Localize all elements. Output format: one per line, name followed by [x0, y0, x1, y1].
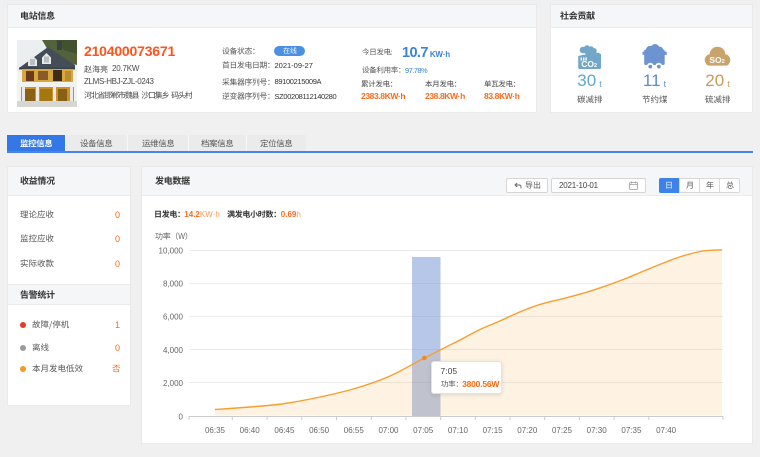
- svg-text:6,000: 6,000: [163, 313, 184, 322]
- svg-text:07:00: 07:00: [378, 426, 399, 435]
- svg-text:07:15: 07:15: [483, 426, 504, 435]
- svg-text:07:20: 07:20: [517, 426, 538, 435]
- svg-text:07:25: 07:25: [552, 426, 573, 435]
- svg-text:8,000: 8,000: [163, 280, 184, 289]
- svg-text:07:35: 07:35: [621, 426, 642, 435]
- svg-text:10,000: 10,000: [159, 246, 184, 255]
- svg-text:4,000: 4,000: [163, 346, 184, 355]
- svg-text:06:35: 06:35: [205, 426, 226, 435]
- svg-text:06:55: 06:55: [344, 426, 365, 435]
- svg-text:0: 0: [179, 412, 184, 421]
- svg-text:07:05: 07:05: [413, 426, 434, 435]
- svg-text:06:45: 06:45: [274, 426, 295, 435]
- svg-text:06:40: 06:40: [240, 426, 261, 435]
- svg-text:06:50: 06:50: [309, 426, 330, 435]
- svg-text:07:40: 07:40: [656, 426, 677, 435]
- svg-text:07:10: 07:10: [448, 426, 469, 435]
- svg-text:2,000: 2,000: [163, 379, 184, 388]
- svg-text:07:30: 07:30: [587, 426, 608, 435]
